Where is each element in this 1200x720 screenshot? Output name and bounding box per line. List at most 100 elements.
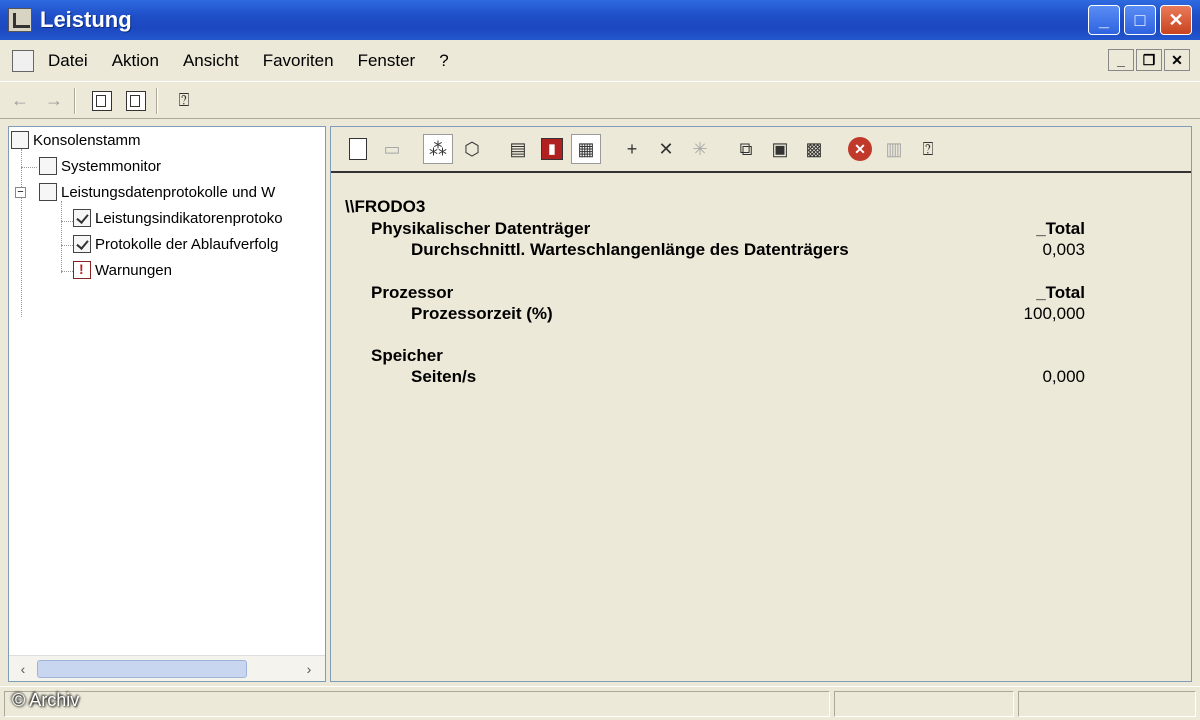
tree-item-ablaufverfolgung[interactable]: Protokolle der Ablaufverfolg [73, 235, 278, 253]
tree-item-label: Leistungsdatenprotokolle und W [61, 183, 276, 201]
trace-log-icon [73, 235, 91, 253]
menu-datei[interactable]: Datei [48, 51, 88, 71]
update-data-icon[interactable]: ▥ [879, 134, 909, 164]
counter-name: Prozessorzeit (%) [411, 304, 553, 323]
view-report-button[interactable]: ▦ [571, 134, 601, 164]
toolbar-separator [156, 87, 158, 114]
toolbar-separator [74, 87, 76, 114]
clear-display-button[interactable]: ▭ [377, 134, 407, 164]
highlight-icon[interactable]: ✳ [685, 134, 715, 164]
delete-counter-icon[interactable]: ✕ [651, 134, 681, 164]
status-cell [834, 691, 1014, 717]
tree-line [21, 149, 22, 317]
show-hide-tree-button[interactable] [122, 87, 150, 115]
scroll-right-icon[interactable]: › [299, 659, 319, 679]
tree-item-systemmonitor[interactable]: Systemmonitor [39, 157, 161, 175]
folder-up-icon [92, 90, 112, 111]
system-monitor-toolbar: ▭ ⁂ ⬡ ▤ ▮ ▦ + ✕ ✳ ⧉ ▣ ▩ ✕ ▥ ⍰ [331, 127, 1191, 173]
alert-icon [73, 261, 91, 279]
menu-aktion[interactable]: Aktion [112, 51, 159, 71]
report-counter-row: Durchschnittl. Warteschlangenlänge des D… [411, 240, 1085, 260]
title-bar: Leistung _ □ ✕ [0, 0, 1200, 40]
report-object-row: Prozessor _Total [371, 283, 1085, 303]
console-tree-icon [126, 90, 146, 111]
watermark: © Archiv [12, 690, 80, 710]
mdi-close-button[interactable]: ✕ [1164, 49, 1190, 71]
report-object-row: Speicher [371, 346, 1085, 366]
tree-line [61, 271, 73, 272]
menu-help[interactable]: ? [439, 51, 448, 71]
counter-value: 0,003 [1042, 240, 1085, 259]
performance-logs-icon [39, 183, 57, 201]
object-instance: _Total [1036, 283, 1085, 302]
menu-favoriten[interactable]: Favoriten [263, 51, 334, 71]
maximize-button[interactable]: □ [1124, 5, 1156, 35]
tree-item-leistungsdatenprotokolle[interactable]: Leistungsdatenprotokolle und W [39, 183, 275, 201]
add-counter-icon[interactable]: + [617, 134, 647, 164]
status-bar [0, 686, 1200, 720]
mdi-restore-button[interactable]: ❐ [1136, 49, 1162, 71]
menu-fenster[interactable]: Fenster [358, 51, 416, 71]
menu-bar: Datei Aktion Ansicht Favoriten Fenster ?… [0, 40, 1200, 82]
counter-log-icon [73, 209, 91, 227]
tree-item-label: Protokolle der Ablaufverfolg [95, 235, 279, 253]
console-root-icon [11, 131, 29, 149]
mdi-minimize-button[interactable]: _ [1108, 49, 1134, 71]
console-icon[interactable] [12, 49, 34, 72]
collapse-toggle[interactable]: − [15, 187, 26, 198]
counter-name: Durchschnittl. Warteschlangenlänge des D… [411, 240, 849, 259]
report-machine: \\FRODO3 [345, 197, 426, 216]
tree-item-label: Leistungsindikatorenprotoko [95, 209, 283, 227]
counter-value: 0,000 [1042, 367, 1085, 386]
new-counter-set-button[interactable] [343, 134, 373, 164]
help-icon[interactable]: ⍰ [913, 134, 943, 164]
horizontal-scrollbar[interactable]: ‹ › [9, 655, 325, 681]
object-instance: _Total [1036, 219, 1085, 238]
up-one-level-button[interactable] [88, 87, 116, 115]
counter-value: 100,000 [1023, 304, 1085, 323]
mdi-controls: _ ❐ ✕ [1108, 49, 1190, 71]
report-object-row: Physikalischer Datenträger _Total [371, 219, 1085, 239]
view-log-data-button[interactable]: ⬡ [457, 134, 487, 164]
tree-line [61, 201, 62, 273]
object-name: Speicher [371, 346, 443, 365]
standard-toolbar: ← → ⍰ [0, 83, 1200, 119]
counter-name: Seiten/s [411, 367, 477, 386]
forward-arrow-icon[interactable]: → [40, 87, 68, 115]
freeze-display-icon[interactable]: ✕ [845, 134, 875, 164]
new-document-icon [349, 138, 367, 160]
copy-properties-icon[interactable]: ⧉ [731, 134, 761, 164]
scrollbar-thumb[interactable] [37, 660, 247, 678]
tree-line [61, 245, 73, 246]
tree-item-label: Konsolenstamm [33, 131, 141, 149]
tree-item-konsolenstamm[interactable]: Konsolenstamm [11, 131, 141, 149]
tree-item-label: Systemmonitor [61, 157, 162, 175]
help-icon[interactable]: ⍰ [170, 87, 198, 115]
object-name: Physikalischer Datenträger [371, 219, 591, 238]
tree-item-label: Warnungen [95, 261, 172, 279]
report-counter-row: Prozessorzeit (%) 100,000 [411, 304, 1085, 324]
back-arrow-icon[interactable]: ← [6, 87, 34, 115]
system-monitor-icon [39, 157, 57, 175]
report-counter-row: Seiten/s 0,000 [411, 367, 1085, 387]
object-name: Prozessor [371, 283, 454, 302]
menu-ansicht[interactable]: Ansicht [183, 51, 239, 71]
view-graph-button[interactable]: ▤ [503, 134, 533, 164]
minimize-button[interactable]: _ [1088, 5, 1120, 35]
paste-counter-list-icon[interactable]: ▣ [765, 134, 795, 164]
scroll-left-icon[interactable]: ‹ [13, 659, 33, 679]
properties-icon[interactable]: ▩ [799, 134, 829, 164]
tree-item-warnungen[interactable]: Warnungen [73, 261, 172, 279]
window-title: Leistung [40, 7, 132, 32]
view-histogram-button[interactable]: ▮ [537, 134, 567, 164]
tree-item-leistungsindikatorenprotokolle[interactable]: Leistungsindikatorenprotoko [73, 209, 283, 227]
close-button[interactable]: ✕ [1160, 5, 1192, 35]
app-icon [8, 8, 32, 32]
status-cell [1018, 691, 1196, 717]
window-controls: _ □ ✕ [1088, 5, 1192, 35]
console-tree: Konsolenstamm Systemmonitor − Leistungsd… [8, 126, 326, 682]
tree-line [21, 167, 37, 168]
status-cell [4, 691, 830, 717]
system-monitor-pane: ▭ ⁂ ⬡ ▤ ▮ ▦ + ✕ ✳ ⧉ ▣ ▩ ✕ ▥ ⍰ \\FRODO3 P… [330, 126, 1192, 682]
view-current-activity-button[interactable]: ⁂ [423, 134, 453, 164]
